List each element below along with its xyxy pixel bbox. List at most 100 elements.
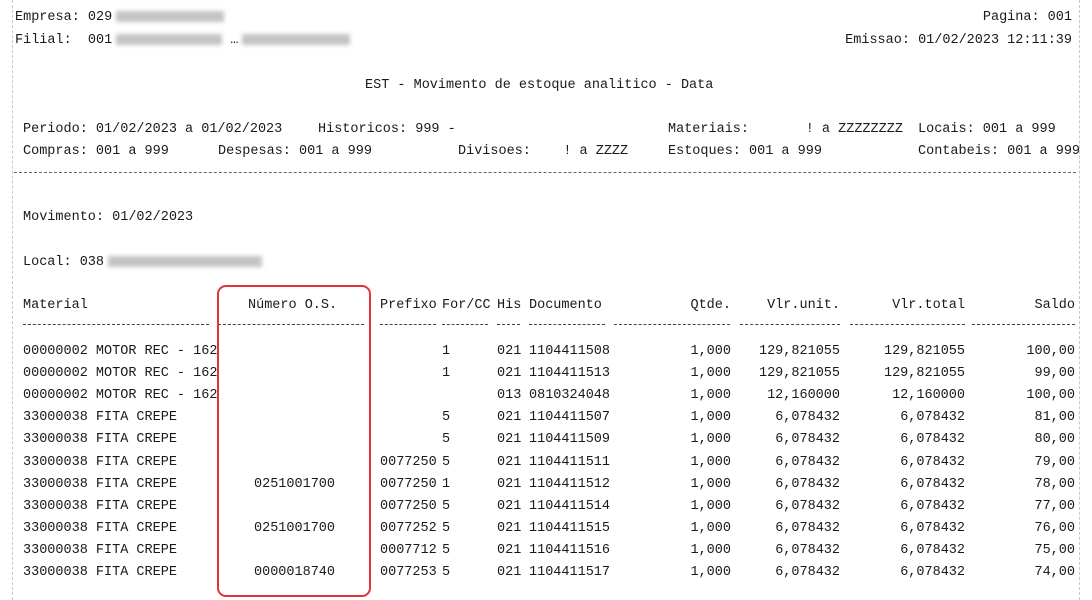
cell-vlrunit: 6,078432 (775, 542, 840, 558)
cell-material: 33000038 FITA CREPE (23, 565, 177, 580)
cell-material: 33000038 FITA CREPE (23, 476, 177, 492)
cell-forcc: 1 (442, 344, 451, 359)
cell-vlrtotal: 6,078432 (900, 410, 965, 426)
redacted-local-name (108, 255, 263, 267)
cell-his: 021 (497, 344, 522, 359)
cell-qtde: 1,000 (690, 565, 731, 580)
cell-forcc: 5 (442, 542, 451, 558)
empresa-label: Empresa: 029 (15, 10, 113, 25)
cell-qtde: 1,000 (690, 410, 731, 426)
filter-compras: Compras: 001 a 999 (23, 144, 169, 159)
col-material: Material (23, 298, 88, 313)
underline-vlrunit (740, 324, 840, 325)
empresa-line: Empresa: 029 (15, 10, 225, 26)
cell-prefixo: 0077250 (380, 498, 437, 514)
cell-vlrunit: 6,078432 (775, 432, 840, 448)
table-row: 00000002 MOTOR REC - 162 1 021 1104411513 1,… (0, 366, 1092, 388)
cell-forcc: 5 (442, 520, 451, 536)
cell-his: 021 (497, 498, 522, 514)
emission-date: Emissao: 01/02/2023 12:11:39 (845, 33, 1072, 48)
filial-separator: … (230, 33, 239, 48)
redacted-filial-name-2 (242, 33, 351, 45)
table-row: 33000038 FITA CREPE 0007712 5 021 1104411516… (0, 543, 1092, 565)
filial-line: Filial: 001 … (15, 33, 351, 49)
cell-saldo: 75,00 (1034, 542, 1075, 558)
cell-qtde: 1,000 (690, 476, 731, 492)
cell-vlrunit: 12,160000 (767, 388, 840, 404)
report-title: EST - Movimento de estoque analitico - D… (365, 78, 714, 93)
cell-saldo: 76,00 (1034, 520, 1075, 536)
cell-vlrtotal: 129,821055 (883, 344, 965, 359)
underline-qtde (614, 324, 730, 325)
local-label: Local: 038 (23, 255, 105, 270)
col-prefixo: Prefixo (380, 298, 437, 313)
cell-vlrtotal: 129,821055 (883, 366, 965, 382)
cell-forcc: 5 (442, 454, 451, 470)
cell-forcc: 5 (442, 410, 451, 426)
filial-code: 001 (87, 33, 113, 48)
underline-prefixo (380, 324, 436, 325)
table-row: 00000002 MOTOR REC - 162 013 0810324048 1,0… (0, 388, 1092, 410)
cell-prefixo: 0077253 (380, 565, 437, 580)
filter-locais: Locais: 001 a 999 (918, 122, 1056, 137)
filter-estoques: Estoques: 001 a 999 (668, 144, 822, 159)
cell-saldo: 77,00 (1034, 498, 1075, 514)
cell-documento: 1104411512 (529, 476, 611, 492)
cell-qtde: 1,000 (690, 520, 731, 536)
cell-documento: 1104411508 (529, 344, 611, 359)
cell-documento: 0810324048 (529, 388, 611, 404)
cell-qtde: 1,000 (690, 344, 731, 359)
cell-documento: 1104411517 (529, 565, 611, 580)
cell-saldo: 79,00 (1034, 454, 1075, 470)
cell-his: 013 (497, 388, 522, 404)
cell-forcc: 1 (442, 366, 451, 382)
cell-saldo: 80,00 (1034, 432, 1075, 448)
cell-vlrunit: 6,078432 (775, 454, 840, 470)
cell-saldo: 81,00 (1034, 410, 1075, 426)
cell-documento: 1104411507 (529, 410, 611, 426)
cell-vlrunit: 6,078432 (775, 565, 840, 580)
col-documento: Documento (529, 298, 602, 313)
col-qtde: Qtde. (690, 298, 731, 313)
cell-forcc: 1 (442, 476, 451, 492)
cell-his: 021 (497, 565, 522, 580)
col-vlrunit: Vlr.unit. (767, 298, 840, 313)
cell-documento: 1104411511 (529, 454, 611, 470)
cell-his: 021 (497, 454, 522, 470)
col-his: His (497, 298, 522, 313)
page-number: Pagina: 001 (982, 10, 1072, 25)
cell-documento: 1104411516 (529, 542, 611, 558)
cell-vlrtotal: 6,078432 (900, 542, 965, 558)
redacted-filial-name (116, 33, 223, 45)
cell-material: 33000038 FITA CREPE (23, 542, 177, 558)
cell-vlrtotal: 12,160000 (892, 388, 965, 404)
cell-his: 021 (497, 366, 522, 382)
cell-qtde: 1,000 (690, 542, 731, 558)
table-row: 33000038 FITA CREPE 0000018740 0077253 5 021… (0, 565, 1092, 587)
filial-label: Filial: (15, 33, 72, 48)
cell-material: 33000038 FITA CREPE (23, 498, 177, 514)
filter-historicos: Historicos: 999 - (318, 122, 456, 137)
cell-vlrtotal: 6,078432 (900, 565, 965, 580)
redacted-company-name (116, 10, 225, 22)
cell-qtde: 1,000 (690, 388, 731, 404)
underline-vlrtotal (850, 324, 965, 325)
underline-material (23, 324, 209, 325)
filter-despesas: Despesas: 001 a 999 (218, 144, 372, 159)
table-row: 33000038 FITA CREPE 0251001700 0077252 5 021… (0, 521, 1092, 543)
local-line: Local: 038 (23, 255, 263, 271)
cell-prefixo: 0077250 (380, 476, 437, 492)
movimento-date: Movimento: 01/02/2023 (23, 210, 194, 225)
cell-his: 021 (497, 542, 522, 558)
cell-material: 33000038 FITA CREPE (23, 410, 177, 426)
cell-material: 00000002 MOTOR REC - 162 (23, 344, 218, 359)
cell-saldo: 78,00 (1034, 476, 1075, 492)
col-forcc: For/CC (442, 298, 491, 313)
cell-saldo: 100,00 (1026, 344, 1075, 359)
col-vlrtotal: Vlr.total (892, 298, 965, 313)
col-saldo: Saldo (1034, 298, 1075, 313)
cell-qtde: 1,000 (690, 498, 731, 514)
table-row: 33000038 FITA CREPE 5 021 1104411507 1,000 6,… (0, 410, 1092, 432)
cell-prefixo: 0077252 (380, 520, 437, 536)
cell-vlrtotal: 6,078432 (900, 476, 965, 492)
